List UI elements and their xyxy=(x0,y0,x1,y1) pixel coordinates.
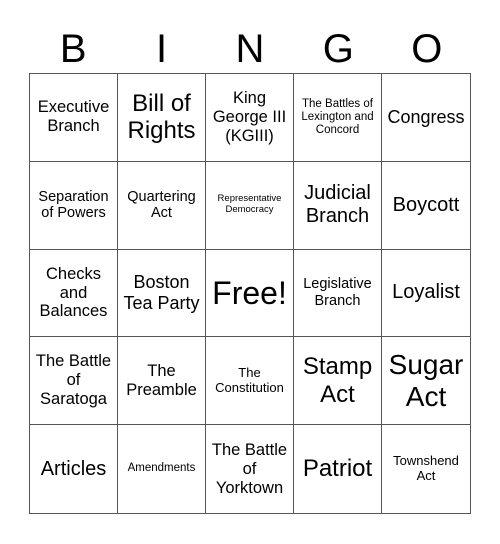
header-letter-g: G xyxy=(322,27,354,71)
bingo-cell[interactable]: Congress xyxy=(382,74,470,162)
bingo-cell[interactable]: Sugar Act xyxy=(382,337,470,426)
bingo-cell[interactable]: The Battles of Lexington and Concord xyxy=(294,74,382,162)
bingo-cell[interactable]: Checks and Balances xyxy=(30,249,118,338)
bingo-cell[interactable]: Executive Branch xyxy=(30,74,118,162)
bingo-cell[interactable]: The Constitution xyxy=(206,337,294,426)
bingo-cell[interactable]: Quartering Act xyxy=(118,161,206,250)
bingo-cell[interactable]: Patriot xyxy=(294,425,382,513)
bingo-cell[interactable]: Judicial Branch xyxy=(294,161,382,250)
bingo-cell[interactable]: Separation of Powers xyxy=(30,161,118,250)
bingo-cell[interactable]: Loyalist xyxy=(382,250,470,338)
header-letter-i: I xyxy=(156,27,168,71)
bingo-cell[interactable]: Boycott xyxy=(382,162,470,250)
bingo-card: Executive Branch Bill of Rights King Geo… xyxy=(29,73,471,514)
bingo-cell[interactable]: Boston Tea Party xyxy=(118,249,206,338)
bingo-cell[interactable]: The Preamble xyxy=(118,337,206,426)
bingo-cell[interactable]: Stamp Act xyxy=(294,337,382,426)
bingo-cell[interactable]: King George III (KGIII) xyxy=(206,74,294,162)
bingo-cell[interactable]: Bill of Rights xyxy=(118,74,206,162)
bingo-header: B I N G O xyxy=(29,26,471,72)
header-letter-n: N xyxy=(235,27,265,71)
bingo-cell[interactable]: The Battle of Saratoga xyxy=(30,337,118,426)
bingo-cell[interactable]: Legislative Branch xyxy=(294,249,382,338)
header-letter-b: B xyxy=(59,27,87,71)
bingo-cell[interactable]: Townshend Act xyxy=(382,425,470,513)
header-letter-o: O xyxy=(411,27,443,71)
bingo-cell[interactable]: The Battle of Yorktown xyxy=(206,425,294,513)
bingo-cell[interactable]: Representative Democracy xyxy=(206,161,294,250)
bingo-cell[interactable]: Articles xyxy=(30,425,118,513)
bingo-cell[interactable]: Amendments xyxy=(118,425,206,513)
free-space[interactable]: Free! xyxy=(206,249,294,338)
